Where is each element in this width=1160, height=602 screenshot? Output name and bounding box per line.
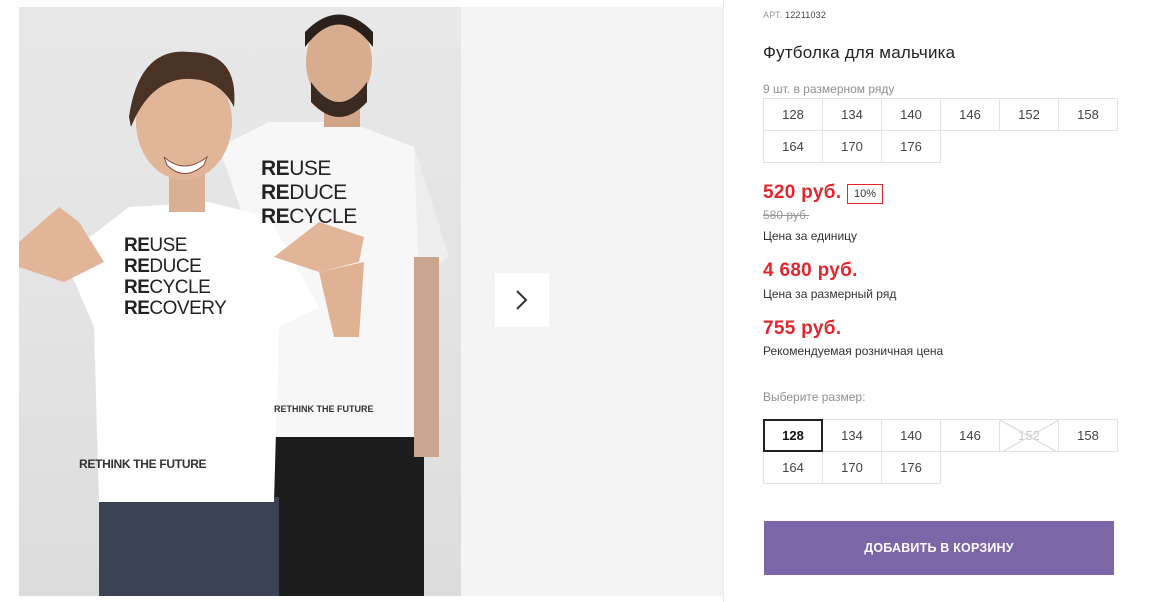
size-option-158[interactable]: 158 — [1058, 419, 1118, 452]
range-label: 9 шт. в размерном ряду — [763, 82, 895, 96]
next-photo-button[interactable] — [495, 273, 549, 327]
add-to-cart-button[interactable]: ДОБАВИТЬ В КОРЗИНУ — [764, 521, 1114, 575]
product-gallery: REUSE REDUCE RECYCLE RECOVERY REUSE REDU… — [0, 0, 724, 602]
range-size-cell: 128 — [763, 98, 823, 131]
boy-shirt-bottom-print: RETHINK THE FUTURE — [79, 457, 207, 471]
product-photo[interactable]: REUSE REDUCE RECYCLE RECOVERY REUSE REDU… — [19, 7, 461, 596]
size-option-164[interactable]: 164 — [763, 451, 823, 484]
range-size-cell: 170 — [822, 130, 882, 163]
retail-price-note: Рекомендуемая розничная цена — [763, 344, 944, 358]
product-title: Футболка для мальчика — [763, 43, 956, 62]
man-shirt-print: REUSE REDUCE RECYCLE — [261, 157, 357, 228]
size-select-label: Выберите размер: — [763, 390, 866, 404]
boy-shirt-print: REUSE REDUCE RECYCLE RECOVERY — [124, 235, 227, 319]
range-size-cell: 176 — [881, 130, 941, 163]
size-option-170[interactable]: 170 — [822, 451, 882, 484]
column-divider — [723, 0, 724, 602]
range-size-cell: 146 — [940, 98, 1000, 131]
range-price-note: Цена за размерный ряд — [763, 287, 897, 301]
range-size-cell: 140 — [881, 98, 941, 131]
size-select-grid: 128 134 140 146 152 158 164 170 176 — [763, 419, 1118, 484]
man-shirt-bottom-print: RETHINK THE FUTURE — [274, 404, 374, 414]
range-size-cell: 158 — [1058, 98, 1118, 131]
chevron-right-icon — [516, 290, 528, 310]
range-price: 4 680 руб. — [763, 260, 858, 281]
range-size-cell: 134 — [822, 98, 882, 131]
range-size-grid: 128 134 140 146 152 158 164 170 176 — [763, 98, 1118, 163]
size-option-128[interactable]: 128 — [763, 419, 823, 452]
article-number: АРТ. 12211032 — [763, 10, 827, 20]
retail-price: 755 руб. — [763, 318, 842, 339]
old-price: 580 руб. — [763, 208, 810, 222]
discount-price: 520 руб. — [763, 182, 842, 203]
range-size-cell: 164 — [763, 130, 823, 163]
range-size-cell: 152 — [999, 98, 1059, 131]
product-photo-illustration — [19, 14, 449, 596]
unit-price-note: Цена за единицу — [763, 229, 858, 243]
discount-badge: 10% — [847, 184, 884, 204]
unavailable-cross-icon — [1000, 420, 1058, 451]
size-option-134[interactable]: 134 — [822, 419, 882, 452]
size-option-146[interactable]: 146 — [940, 419, 1000, 452]
size-option-176[interactable]: 176 — [881, 451, 941, 484]
size-option-140[interactable]: 140 — [881, 419, 941, 452]
size-option-152-unavailable: 152 — [999, 419, 1059, 452]
